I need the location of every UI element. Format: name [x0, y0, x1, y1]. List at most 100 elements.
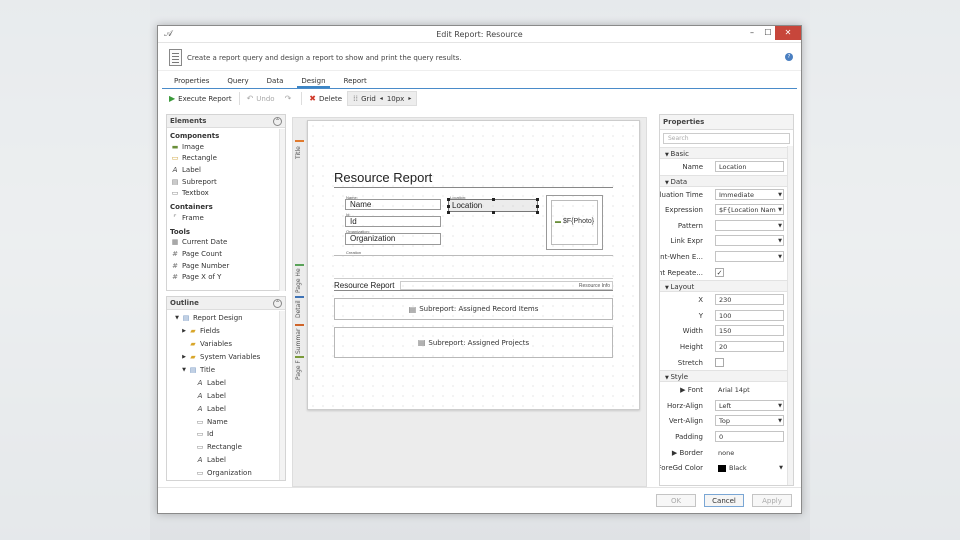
chevron-down-icon[interactable]: ▼	[778, 401, 782, 410]
property-dropdown[interactable]: ▼	[715, 235, 784, 247]
photo-image[interactable]: ▬ $F{Photo}	[551, 200, 598, 245]
property-category[interactable]: ▼ Layout	[660, 280, 787, 293]
property-value[interactable]: Black ▼	[715, 463, 784, 474]
close-button[interactable]: ✕	[775, 26, 801, 40]
elements-scrollbar[interactable]	[279, 129, 285, 291]
tab-report[interactable]: Report	[340, 76, 371, 88]
band-label-summary[interactable]: Summar	[295, 326, 304, 356]
chevron-down-icon[interactable]: ▼	[779, 463, 783, 473]
outline-item[interactable]: ▭ Id	[167, 428, 285, 441]
property-dropdown[interactable]: ▼	[715, 250, 784, 262]
property-category[interactable]: ▼ Style	[660, 370, 787, 383]
grid-decrease-button[interactable]: ◂	[380, 95, 383, 102]
resize-handle[interactable]	[492, 211, 495, 214]
element-page-x-of-y[interactable]: # Page X of Y	[167, 271, 285, 283]
outline-item[interactable]: ▼ ▤ Report Design	[167, 312, 285, 325]
property-value[interactable]: none	[715, 448, 784, 459]
tab-design[interactable]: Design	[297, 76, 330, 88]
chevron-down-icon[interactable]: ▼	[778, 221, 782, 230]
band-label-detail[interactable]: Detail	[295, 298, 304, 320]
element-page-number[interactable]: # Page Number	[167, 260, 285, 272]
property-dropdown[interactable]: Immediate ▼	[715, 188, 784, 200]
collapse-icon[interactable]: ⌃	[273, 117, 282, 126]
element-textbox[interactable]: ▭ Textbox	[167, 187, 285, 199]
execute-report-button[interactable]: ▶ Execute Report	[164, 90, 237, 107]
outline-item[interactable]: A Label	[167, 402, 285, 415]
help-icon[interactable]: ?	[785, 53, 793, 61]
grid-increase-button[interactable]: ▸	[408, 95, 411, 102]
property-input[interactable]: Location	[715, 161, 784, 172]
band-label-page-footer[interactable]: Page F	[295, 358, 304, 382]
ok-button[interactable]: OK	[656, 494, 696, 507]
expanded-arrow-icon[interactable]: ▼	[173, 315, 181, 321]
outline-item[interactable]: ▰ Variables	[167, 338, 285, 351]
property-input[interactable]: 150	[715, 325, 784, 337]
undo-button[interactable]: ↶ Undo	[242, 90, 280, 107]
properties-search-input[interactable]: Search	[663, 133, 790, 144]
resize-handle[interactable]	[536, 198, 539, 201]
property-checkbox[interactable]: ✓	[715, 267, 724, 277]
outline-item[interactable]: ▭ Name	[167, 415, 285, 428]
property-category[interactable]: ▼ Basic	[660, 147, 787, 159]
chevron-down-icon[interactable]: ▼	[778, 236, 782, 245]
collapsed-arrow-icon[interactable]: ▶	[180, 328, 188, 334]
chevron-down-icon[interactable]: ▼	[778, 416, 782, 425]
expanded-arrow-icon[interactable]: ▼	[180, 367, 188, 373]
chevron-down-icon[interactable]: ▼	[778, 190, 782, 199]
tab-properties[interactable]: Properties	[170, 76, 213, 88]
outline-item[interactable]: A Label	[167, 454, 285, 467]
page-header-title[interactable]: Resource Report	[334, 281, 394, 290]
outline-item[interactable]: A Label	[167, 376, 285, 389]
report-title-label[interactable]: Resource Report	[334, 170, 432, 185]
property-input[interactable]: 100	[715, 309, 784, 321]
property-input[interactable]: 20	[715, 340, 784, 352]
collapse-icon[interactable]: ⌃	[273, 299, 282, 308]
band-label-title[interactable]: Title	[295, 143, 304, 163]
element-subreport[interactable]: ▤ Subreport	[167, 176, 285, 188]
collapsed-arrow-icon[interactable]: ▶	[180, 354, 188, 360]
resize-handle[interactable]	[447, 198, 450, 201]
outline-scrollbar[interactable]	[279, 311, 285, 480]
band-label-page-header[interactable]: Page He	[295, 266, 304, 296]
resize-handle[interactable]	[536, 211, 539, 214]
property-input[interactable]: 0	[715, 430, 784, 442]
cancel-button[interactable]: Cancel	[704, 494, 744, 507]
property-input[interactable]: 230	[715, 294, 784, 306]
subreport-assigned-projects[interactable]: ▤ Subreport: Assigned Projects	[334, 327, 613, 358]
name-textbox[interactable]: Name	[345, 199, 441, 210]
outline-item[interactable]: ▶ ▰ Fields	[167, 325, 285, 338]
element-frame[interactable]: ⌜ Frame	[167, 212, 285, 224]
property-dropdown[interactable]: Left ▼	[715, 399, 784, 411]
property-value[interactable]: Arial 14pt	[715, 385, 784, 396]
organization-textbox[interactable]: Organization	[345, 233, 441, 245]
chevron-down-icon[interactable]: ▼	[778, 205, 782, 214]
property-category[interactable]: ▼ Data	[660, 174, 787, 187]
subreport-assigned-record-items[interactable]: ▤ Subreport: Assigned Record Items	[334, 298, 613, 320]
resize-handle[interactable]	[447, 205, 450, 208]
tab-data[interactable]: Data	[263, 76, 288, 88]
id-textbox[interactable]: Id	[345, 216, 441, 227]
outline-item[interactable]: A Label	[167, 389, 285, 402]
element-rectangle[interactable]: ▭ Rectangle	[167, 153, 285, 165]
outline-item[interactable]: ▭ Organization	[167, 467, 285, 480]
outline-item[interactable]: ▶ ▰ System Variables	[167, 351, 285, 364]
resize-handle[interactable]	[492, 198, 495, 201]
tab-query[interactable]: Query	[223, 76, 252, 88]
element-current-date[interactable]: ▦ Current Date	[167, 237, 285, 249]
apply-button[interactable]: Apply	[752, 494, 792, 507]
element-image[interactable]: ▬ Image	[167, 141, 285, 153]
outline-item[interactable]: ▼ ▤ Title	[167, 364, 285, 377]
resize-handle[interactable]	[447, 211, 450, 214]
property-label[interactable]: ▶ Border	[672, 449, 703, 457]
photo-rectangle[interactable]: ▬ $F{Photo}	[546, 195, 603, 250]
element-label[interactable]: A Label	[167, 164, 285, 176]
outline-item[interactable]: ▭ Rectangle	[167, 441, 285, 454]
element-page-count[interactable]: # Page Count	[167, 248, 285, 260]
property-checkbox[interactable]	[715, 357, 724, 367]
resize-handle[interactable]	[536, 205, 539, 208]
page-header-info-box[interactable]: Resource Info	[400, 281, 613, 290]
property-dropdown[interactable]: $F{Location Nam ▼	[715, 204, 784, 216]
chevron-down-icon[interactable]: ▼	[778, 252, 782, 261]
property-dropdown[interactable]: Top ▼	[715, 415, 784, 427]
property-label[interactable]: ▶ Font	[680, 386, 703, 394]
